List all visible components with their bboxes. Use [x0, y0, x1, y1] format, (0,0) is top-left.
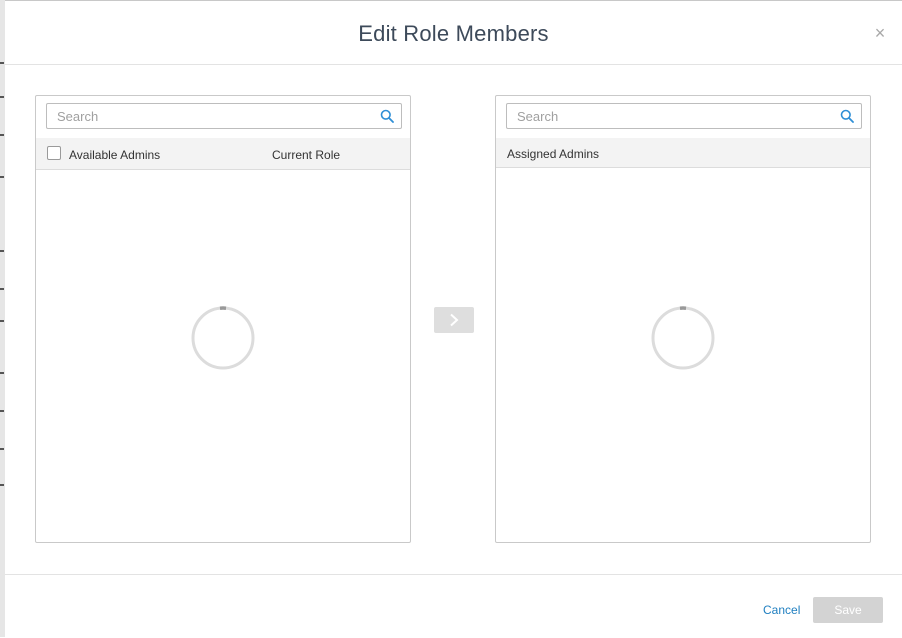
assigned-admins-panel: Assigned Admins [495, 95, 871, 543]
dialog-header: Edit Role Members × [5, 1, 902, 65]
column-header-assigned-admins: Assigned Admins [507, 147, 600, 161]
background-mark [0, 410, 4, 412]
move-to-assigned-button[interactable] [434, 307, 474, 333]
background-mark [0, 96, 4, 98]
background-mark [0, 176, 4, 178]
search-icon[interactable] [380, 109, 394, 123]
background-mark [0, 320, 4, 322]
background-mark [0, 62, 4, 64]
chevron-right-icon [450, 313, 459, 327]
select-all-checkbox[interactable] [47, 146, 61, 160]
background-mark [0, 372, 4, 374]
available-list-header: Available Admins Current Role [36, 138, 410, 170]
assigned-search-input[interactable] [507, 104, 837, 128]
search-icon[interactable] [840, 109, 854, 123]
loading-spinner [651, 306, 715, 370]
background-mark [0, 288, 4, 290]
dialog-footer: Cancel Save [5, 574, 902, 638]
assigned-search-box [506, 103, 862, 129]
background-mark [0, 134, 4, 136]
column-header-current-role: Current Role [272, 148, 341, 162]
available-search-input[interactable] [47, 104, 377, 128]
close-icon[interactable]: × [872, 24, 888, 42]
background-mark [0, 448, 4, 450]
background-mark [0, 250, 4, 252]
save-button[interactable]: Save [813, 597, 883, 623]
available-admins-panel: Available Admins Current Role [35, 95, 411, 543]
edit-role-members-dialog: Edit Role Members × Available Admins Cur… [5, 0, 902, 637]
cancel-button[interactable]: Cancel [763, 603, 800, 617]
available-search-box [46, 103, 402, 129]
dialog-title: Edit Role Members [358, 21, 549, 46]
loading-spinner [191, 306, 255, 370]
column-header-available-admins: Available Admins [69, 148, 161, 162]
assigned-list-header: Assigned Admins [496, 138, 870, 168]
background-mark [0, 484, 4, 486]
